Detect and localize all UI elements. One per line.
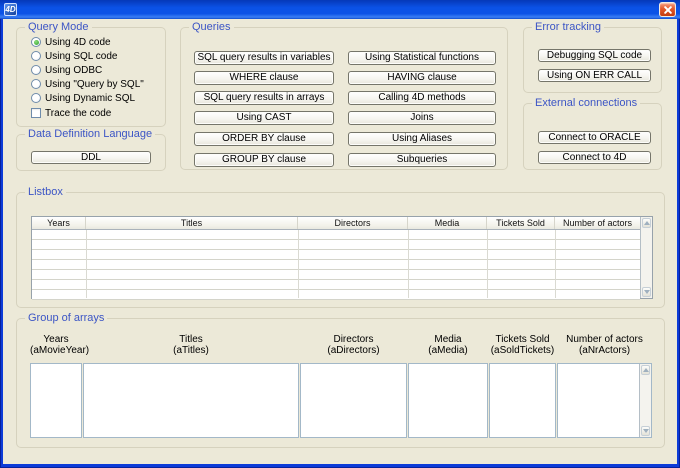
array-list-directors[interactable] [300,363,407,438]
group-title-listbox: Listbox [25,186,66,199]
radio-using-sql-code[interactable]: Using SQL code [31,49,165,63]
arrow-up-icon [644,221,650,225]
debugging-sql-code-button[interactable]: Debugging SQL code [538,49,651,62]
array-list-years[interactable] [30,363,82,438]
checkbox-icon [31,108,41,118]
array-label-titles: Titles(aTitles) [83,334,299,356]
group-query-mode: Query Mode Using 4D code Using SQL code … [16,27,166,127]
radio-label: Using ODBC [45,65,102,76]
radio-using-query-by-sql[interactable]: Using "Query by SQL" [31,77,165,91]
radio-icon [31,51,41,61]
group-queries: Queries SQL query results in variables W… [180,27,508,170]
listbox-header-number-of-actors[interactable]: Number of actors [555,217,640,229]
array-label-tickets-sold: Tickets Sold(aSoldTickets) [489,334,556,356]
group-title-ddl: Data Definition Language [25,128,155,141]
group-listbox: Listbox Years Titles Directors Media Tic… [16,192,665,308]
group-of-arrays-lists [30,363,652,438]
array-list-vertical-scrollbar[interactable] [639,364,651,437]
scroll-up-button[interactable] [642,218,651,228]
listbox-row[interactable] [32,290,640,300]
array-list-number-of-actors[interactable] [557,363,652,438]
radio-label: Using "Query by SQL" [45,79,144,90]
arrow-down-icon [644,290,650,294]
arrow-down-icon [643,429,649,433]
listbox-header-tickets-sold[interactable]: Tickets Sold [487,217,555,229]
radio-icon [31,93,41,103]
listbox-header-directors[interactable]: Directors [298,217,408,229]
app-icon: 4D [4,3,17,16]
scroll-down-button[interactable] [641,426,650,436]
having-clause-button[interactable]: HAVING clause [348,71,496,85]
app-window: 4D Query Mode Using 4D code Using SQL co… [0,0,680,468]
listbox-row[interactable] [32,240,640,250]
radio-icon [31,37,41,47]
close-icon [664,6,672,14]
radio-using-4d-code[interactable]: Using 4D code [31,35,165,49]
listbox-vertical-scrollbar[interactable] [640,217,652,298]
close-button[interactable] [659,2,676,17]
checkbox-label: Trace the code [45,108,111,119]
scroll-up-button[interactable] [641,365,650,375]
listbox-row[interactable] [32,270,640,280]
group-of-arrays: Group of arrays Years(aMovieYear) Titles… [16,318,665,448]
array-label-number-of-actors: Number of actors(aNrActors) [557,334,652,356]
ddl-button[interactable]: DDL [31,151,151,164]
array-label-years: Years(aMovieYear) [30,334,82,356]
group-title-queries: Queries [189,21,234,34]
listbox-header-titles[interactable]: Titles [86,217,298,229]
subqueries-button[interactable]: Subqueries [348,153,496,167]
connect-to-4d-button[interactable]: Connect to 4D [538,151,651,164]
radio-label: Using Dynamic SQL [45,93,135,104]
array-label-media: Media(aMedia) [408,334,488,356]
radio-icon [31,79,41,89]
group-title-group-of-arrays: Group of arrays [25,312,107,325]
checkbox-trace-the-code[interactable]: Trace the code [31,106,165,120]
sql-query-results-in-arrays-button[interactable]: SQL query results in arrays [194,91,334,105]
using-aliases-button[interactable]: Using Aliases [348,132,496,146]
array-list-media[interactable] [408,363,488,438]
dialog-body: Query Mode Using 4D code Using SQL code … [3,19,677,464]
group-by-clause-button[interactable]: GROUP BY clause [194,153,334,167]
listbox-row[interactable] [32,230,640,240]
listbox-main: Years Titles Directors Media Tickets Sol… [32,217,640,298]
array-list-tickets-sold[interactable] [489,363,556,438]
radio-label: Using SQL code [45,51,117,62]
listbox-header: Years Titles Directors Media Tickets Sol… [32,217,640,230]
group-external-connections: External connections Connect to ORACLE C… [523,103,662,170]
group-title-query-mode: Query Mode [25,21,92,34]
using-statistical-functions-button[interactable]: Using Statistical functions [348,51,496,65]
listbox-row[interactable] [32,260,640,270]
radio-icon [31,65,41,75]
arrow-up-icon [643,368,649,372]
query-mode-options: Using 4D code Using SQL code Using ODBC … [17,28,165,120]
listbox-row[interactable] [32,250,640,260]
using-cast-button[interactable]: Using CAST [194,111,334,125]
group-error-tracking: Error tracking Debugging SQL code Using … [523,27,662,93]
array-label-directors: Directors(aDirectors) [300,334,407,356]
where-clause-button[interactable]: WHERE clause [194,71,334,85]
sql-query-results-in-variables-button[interactable]: SQL query results in variables [194,51,334,65]
radio-using-odbc[interactable]: Using ODBC [31,63,165,77]
title-bar[interactable]: 4D [0,0,680,19]
using-on-err-call-button[interactable]: Using ON ERR CALL [538,69,651,82]
listbox-table[interactable]: Years Titles Directors Media Tickets Sol… [31,216,653,299]
joins-button[interactable]: Joins [348,111,496,125]
order-by-clause-button[interactable]: ORDER BY clause [194,132,334,146]
group-title-external-connections: External connections [532,97,640,110]
listbox-header-media[interactable]: Media [408,217,487,229]
group-title-error-tracking: Error tracking [532,21,604,34]
group-of-arrays-labels: Years(aMovieYear) Titles(aTitles) Direct… [30,334,652,356]
connect-to-oracle-button[interactable]: Connect to ORACLE [538,131,651,144]
array-list-titles[interactable] [83,363,299,438]
listbox-header-years[interactable]: Years [32,217,86,229]
group-data-definition-language: Data Definition Language DDL [16,134,166,171]
radio-using-dynamic-sql[interactable]: Using Dynamic SQL [31,91,165,105]
calling-4d-methods-button[interactable]: Calling 4D methods [348,91,496,105]
listbox-row[interactable] [32,280,640,290]
radio-label: Using 4D code [45,37,111,48]
scroll-down-button[interactable] [642,287,651,297]
